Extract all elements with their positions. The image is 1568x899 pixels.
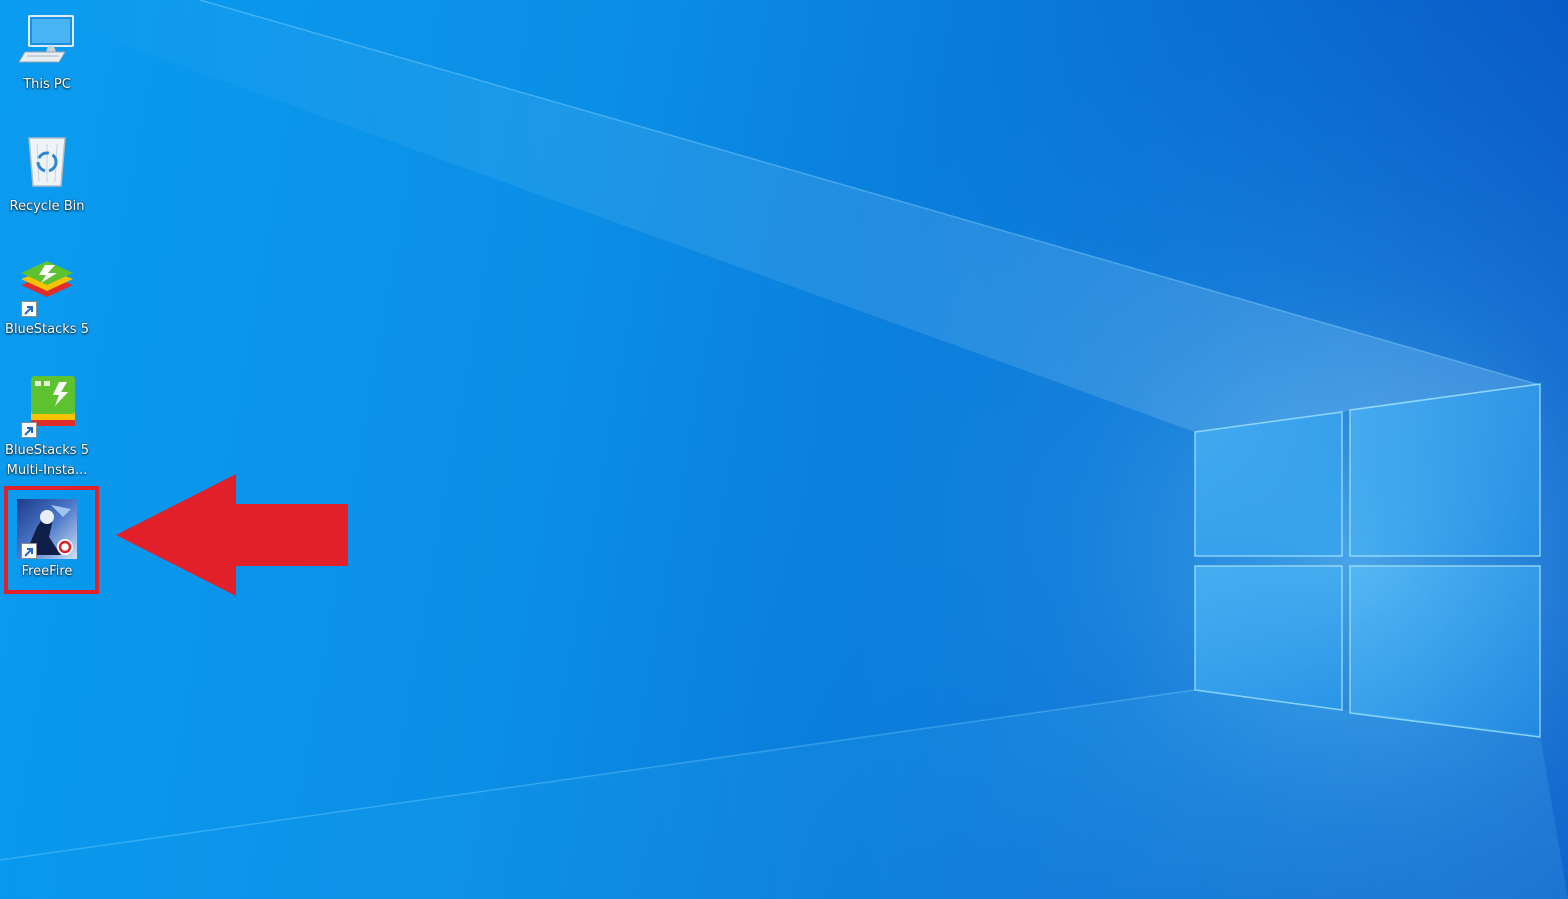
- desktop-icon-recycle-bin[interactable]: Recycle Bin: [2, 132, 92, 217]
- desktop-icon-label-line2: Multi-Insta...: [6, 463, 88, 478]
- desktop-icon-label-line1: BlueStacks 5: [5, 443, 89, 458]
- arrow-left-icon: [116, 474, 348, 596]
- desktop-icon-label: BlueStacks 5: [5, 322, 89, 337]
- recycle-bin-icon: [15, 132, 79, 196]
- shortcut-arrow-icon: [21, 422, 37, 438]
- computer-icon: [15, 10, 79, 74]
- desktop-icon-this-pc[interactable]: This PC: [2, 10, 92, 95]
- shortcut-arrow-icon: [21, 301, 37, 317]
- desktop-icon-bluestacks-multi-instance[interactable]: BlueStacks 5 Multi-Insta...: [2, 376, 92, 481]
- desktop-icon-bluestacks-5[interactable]: BlueStacks 5: [2, 255, 92, 340]
- bluestacks-icon: [15, 255, 79, 319]
- bluestacks-multi-instance-icon: [15, 376, 79, 440]
- desktop-icon-label: This PC: [23, 77, 71, 92]
- desktop-icon-label: Recycle Bin: [9, 199, 85, 214]
- desktop[interactable]: This PC Recycle Bin BlueStacks 5 BlueSta…: [0, 0, 1568, 899]
- highlight-box: [4, 486, 99, 594]
- windows-wallpaper: [0, 0, 1568, 899]
